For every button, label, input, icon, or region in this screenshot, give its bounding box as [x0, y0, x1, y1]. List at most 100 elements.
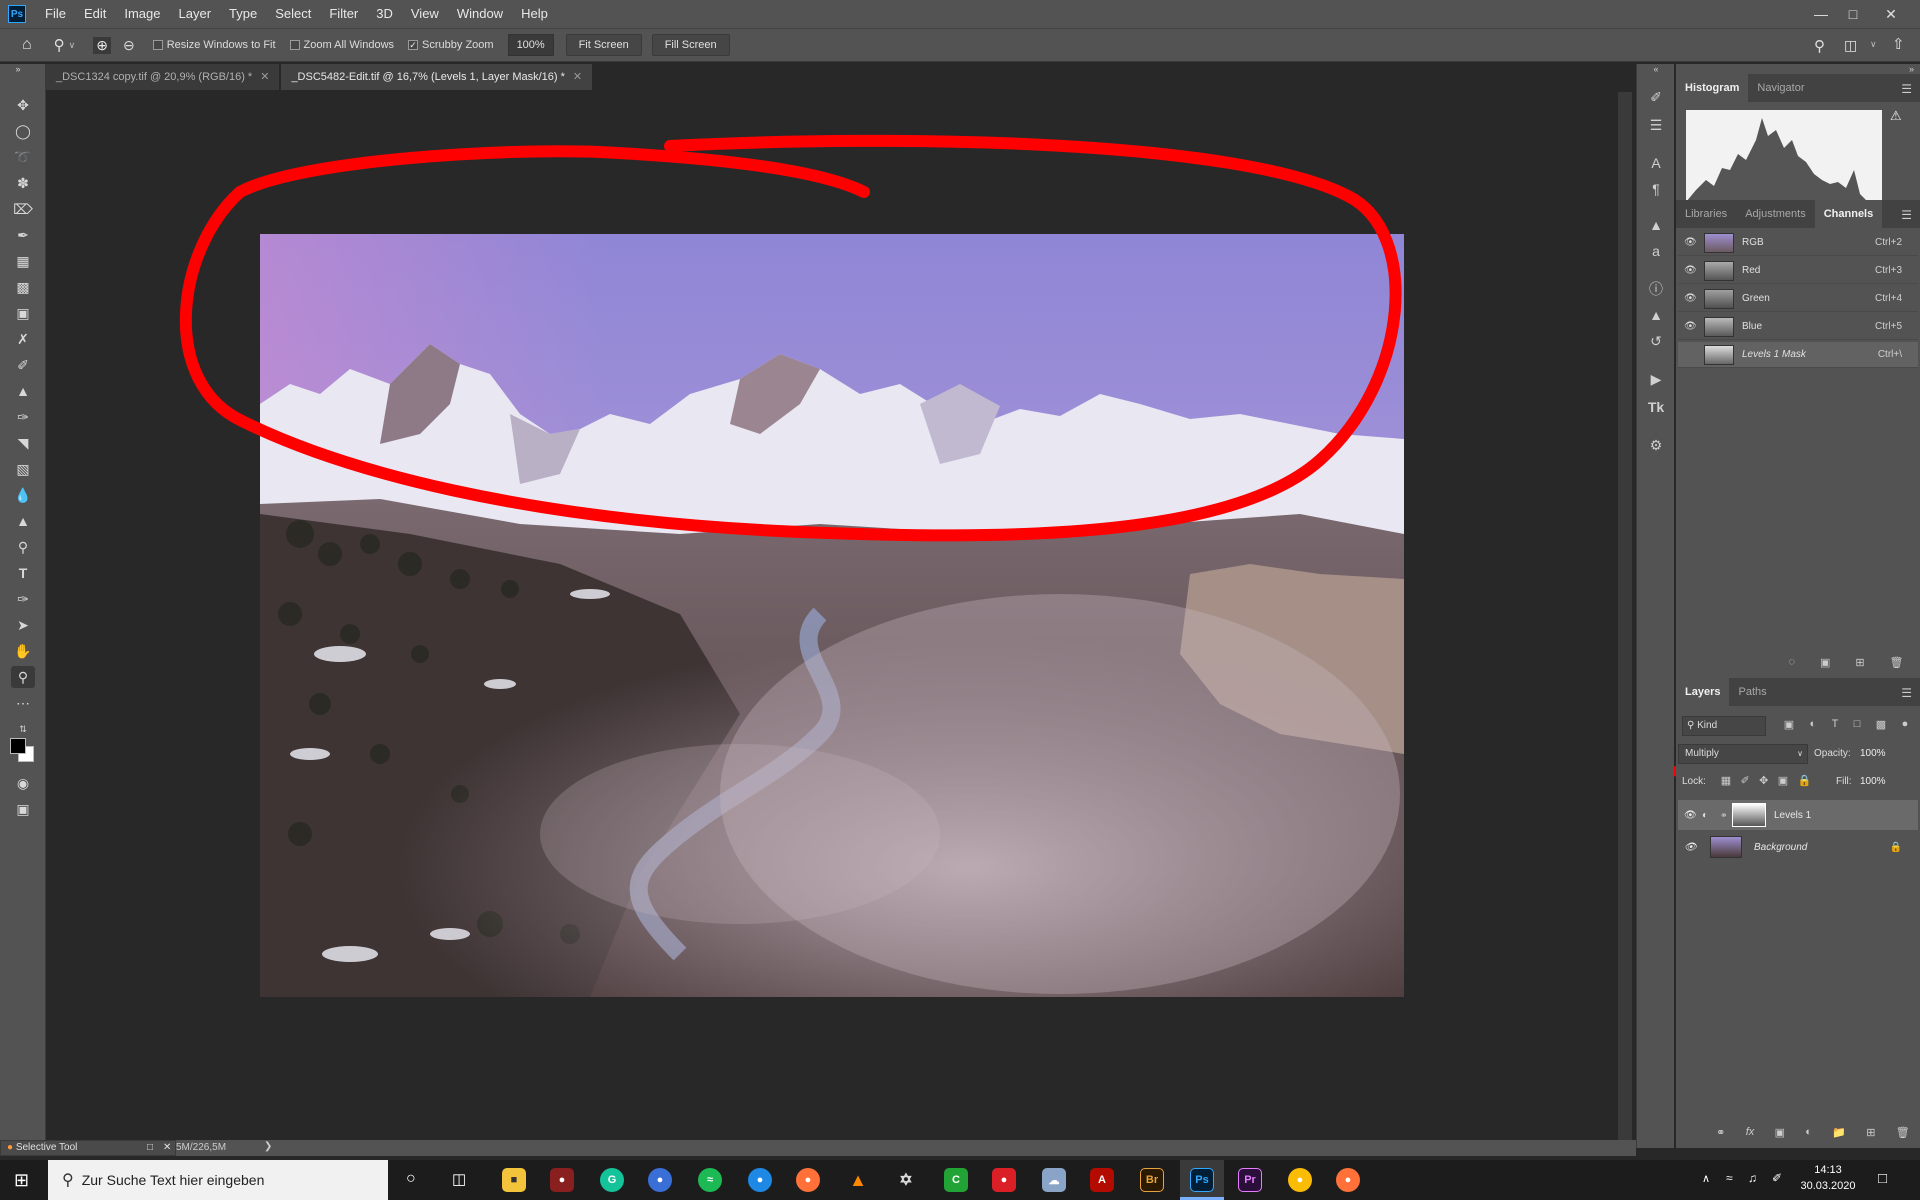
app-icon-blue[interactable]: ●	[748, 1168, 772, 1192]
close-icon[interactable]: ✕	[1876, 0, 1906, 28]
smart-object-filter-icon[interactable]: ▩	[1876, 718, 1886, 736]
tab-adjustments[interactable]: Adjustments	[1736, 200, 1815, 228]
menu-3d[interactable]: 3D	[367, 0, 402, 28]
zoom-tool-icon[interactable]: ⚲	[54, 36, 65, 54]
paragraph-icon[interactable]: ¶	[1644, 178, 1668, 200]
history-brush-tool-icon[interactable]: ✑	[11, 406, 35, 428]
type-filter-icon[interactable]: T	[1832, 718, 1839, 736]
trash-icon[interactable]: 🗑	[1896, 1126, 1910, 1146]
panel-menu-icon[interactable]: ☰	[1901, 208, 1912, 222]
layer-row-background[interactable]: 👁 Background 🔒	[1678, 832, 1918, 862]
menu-window[interactable]: Window	[448, 0, 512, 28]
image-filter-icon[interactable]: ▣	[1784, 718, 1794, 736]
clock-time[interactable]: 14:13	[1800, 1164, 1856, 1176]
app-icon-red[interactable]: ●	[550, 1168, 574, 1192]
lock-transparency-icon[interactable]: ▦	[1721, 774, 1731, 790]
actions-play-icon[interactable]: ▶	[1644, 368, 1668, 390]
tab-dsc1324[interactable]: _DSC1324 copy.tif @ 20,9% (RGB/16) * ✕	[46, 64, 280, 90]
healing-brush-tool-icon[interactable]: ▦	[11, 250, 35, 272]
workspace-icon[interactable]: ◫	[1844, 37, 1857, 54]
lock-pixels-icon[interactable]: ✐	[1741, 774, 1750, 790]
chrome-icon[interactable]: ●	[1288, 1168, 1312, 1192]
quick-mask-icon[interactable]: ◉	[11, 772, 35, 794]
tab-layers[interactable]: Layers	[1676, 678, 1730, 706]
adjustments-sliders-icon[interactable]: ☰	[1644, 114, 1668, 136]
eraser-tool-icon[interactable]: ◥	[11, 432, 35, 454]
clone-stamp-tool-icon[interactable]: ▲	[11, 380, 35, 402]
screen-mode-icon[interactable]: ▣	[11, 798, 35, 820]
gradient-tool-icon[interactable]: ▧	[11, 458, 35, 480]
panel-menu-icon[interactable]: ☰	[1901, 82, 1912, 96]
app-icon-cloud[interactable]: ☁	[1042, 1168, 1066, 1192]
sharpen-tool-icon[interactable]: ▲	[11, 510, 35, 532]
plugin-icon[interactable]: ⚙	[1644, 434, 1668, 456]
channel-row-red[interactable]: 👁 Red Ctrl+3	[1678, 258, 1918, 284]
scrubby-zoom-checkbox[interactable]: ✓ Scrubby Zoom	[408, 39, 494, 51]
channel-row-rgb[interactable]: 👁 RGB Ctrl+2	[1678, 230, 1918, 256]
tab-histogram[interactable]: Histogram	[1676, 74, 1749, 102]
wifi-icon[interactable]: ≈	[1726, 1171, 1733, 1185]
frame-tool-icon[interactable]: ▣	[11, 302, 35, 324]
quick-selection-tool-icon[interactable]: ✽	[11, 172, 35, 194]
taskbar-search-box[interactable]: ⚲ Zur Suche Text hier eingeben	[48, 1160, 388, 1200]
lock-position-icon[interactable]: ✥	[1759, 774, 1768, 790]
load-selection-icon[interactable]: ◌	[1788, 656, 1795, 676]
fill-value[interactable]: 100%	[1860, 776, 1886, 787]
plugin-tk-icon[interactable]: Tk	[1644, 396, 1668, 418]
brush-tool-icon[interactable]: ✐	[11, 354, 35, 376]
menu-type[interactable]: Type	[220, 0, 266, 28]
patch-tool-icon[interactable]: ▩	[11, 276, 35, 298]
chevron-down-icon[interactable]: ∨	[1870, 39, 1877, 50]
channel-row-green[interactable]: 👁 Green Ctrl+4	[1678, 286, 1918, 312]
kind-filter-dropdown[interactable]: ⚲ Kind	[1682, 716, 1766, 736]
path-selection-tool-icon[interactable]: ➤	[11, 614, 35, 636]
link-icon[interactable]: ⚭	[1720, 810, 1730, 821]
collapse-icon[interactable]: «	[1644, 64, 1668, 74]
history-icon[interactable]: ↺	[1644, 330, 1668, 352]
tab-dsc5482[interactable]: _DSC5482-Edit.tif @ 16,7% (Levels 1, Lay…	[281, 64, 593, 90]
add-mask-icon[interactable]: ▣	[1775, 1126, 1785, 1146]
fill-screen-button[interactable]: Fill Screen	[651, 34, 730, 56]
firefox-icon[interactable]: ●	[796, 1168, 820, 1192]
tab-libraries[interactable]: Libraries	[1676, 200, 1736, 228]
eye-icon[interactable]: 👁	[1684, 237, 1700, 248]
link-layers-icon[interactable]: ⚭	[1716, 1126, 1725, 1146]
zoom-tool-icon[interactable]: ⚲	[11, 666, 35, 688]
move-tool-icon[interactable]: ✥	[11, 94, 35, 116]
menu-help[interactable]: Help	[512, 0, 557, 28]
lasso-tool-icon[interactable]: ➰	[11, 146, 35, 168]
warning-icon[interactable]: ⚠	[1890, 108, 1902, 124]
zoom-all-windows-checkbox[interactable]: Zoom All Windows	[289, 39, 394, 51]
task-view-icon[interactable]: ◫	[452, 1170, 466, 1188]
firefox-nightly-icon[interactable]: ●	[1336, 1168, 1360, 1192]
search-icon[interactable]: ⚲	[1814, 37, 1825, 55]
collapse-icon[interactable]: »	[1676, 64, 1920, 74]
new-channel-icon[interactable]: ⊞	[1855, 656, 1864, 676]
clock-date[interactable]: 30.03.2020	[1800, 1180, 1856, 1192]
app-icon-butterfly[interactable]: ✡	[894, 1168, 918, 1192]
creative-cloud-icon[interactable]: ●	[992, 1168, 1016, 1192]
new-group-icon[interactable]: 📁	[1832, 1126, 1846, 1146]
blend-mode-dropdown[interactable]: Multiply ∨	[1678, 744, 1808, 764]
more-tools-icon[interactable]: ⋯	[11, 692, 35, 714]
tool-presets-icon[interactable]: ▲	[1644, 304, 1668, 326]
zoom-out-icon[interactable]: ⊖	[123, 37, 135, 54]
crop-tool-icon[interactable]: ⌦	[11, 198, 35, 220]
home-icon[interactable]: ⌂	[22, 36, 32, 54]
maximize-icon[interactable]: □	[1838, 0, 1868, 28]
clone-source-icon[interactable]: ▲	[1644, 214, 1668, 236]
fit-screen-button[interactable]: Fit Screen	[565, 34, 642, 56]
trash-icon[interactable]: 🗑	[1890, 656, 1904, 676]
photoshop-taskbar-icon[interactable]: Ps	[1190, 1168, 1214, 1192]
menu-filter[interactable]: Filter	[320, 0, 367, 28]
panel-menu-icon[interactable]: ☰	[1901, 686, 1912, 700]
zoom-in-icon[interactable]: ⊕	[93, 36, 111, 54]
close-icon[interactable]: ✕	[260, 71, 269, 83]
collapse-icon[interactable]: »	[6, 64, 30, 74]
eyedropper-tool-icon[interactable]: ✒	[11, 224, 35, 246]
grammarly-icon[interactable]: G	[600, 1168, 624, 1192]
opacity-value[interactable]: 100%	[1860, 744, 1896, 764]
content-aware-move-icon[interactable]: ✗	[11, 328, 35, 350]
adjustment-filter-icon[interactable]: ◐	[1810, 718, 1817, 736]
tab-navigator[interactable]: Navigator	[1748, 74, 1813, 102]
